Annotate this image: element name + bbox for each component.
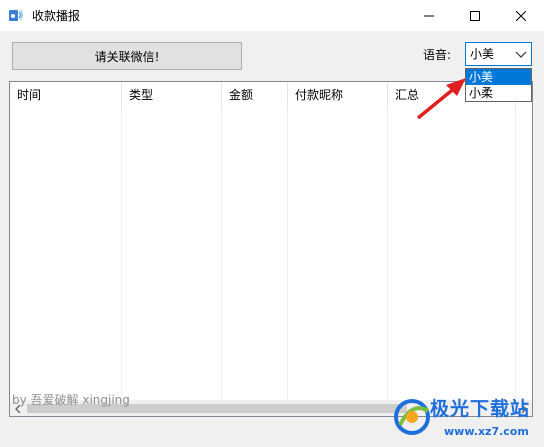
column-divider (221, 109, 222, 400)
voice-select[interactable]: 小美 (465, 42, 532, 66)
minimize-icon (424, 15, 434, 16)
column-header-payer-nickname[interactable]: 付款昵称 (288, 82, 388, 109)
close-icon (516, 10, 526, 21)
records-table[interactable]: 时间 类型 金额 付款昵称 汇总 (9, 81, 533, 417)
window-title: 收款播报 (32, 9, 81, 23)
maximize-button[interactable] (452, 0, 498, 31)
chevron-down-icon (515, 51, 527, 58)
footer-credit: by 吾爱破解 xingjing (12, 393, 130, 407)
watermark-text: 极光下载站 (430, 398, 531, 420)
voice-option-xiaorou[interactable]: 小柔 (466, 85, 531, 101)
maximize-icon (470, 10, 480, 21)
column-header-time[interactable]: 时间 (10, 82, 122, 109)
watermark-url: www.xz7.com (444, 425, 529, 438)
title-bar: 收款播报 (0, 0, 544, 31)
column-divider (121, 109, 122, 400)
column-header-type[interactable]: 类型 (122, 82, 222, 109)
voice-label: 语音: (423, 48, 452, 62)
close-button[interactable] (498, 0, 544, 31)
column-divider (387, 109, 388, 400)
table-header: 时间 类型 金额 付款昵称 汇总 (10, 82, 532, 109)
minimize-button[interactable] (406, 0, 452, 31)
client-area: 请关联微信! 语音: 小美 时间 类型 金额 付款昵称 汇总 小美 小柔 (0, 31, 544, 447)
speaker-app-icon (9, 9, 23, 21)
link-wechat-button[interactable]: 请关联微信! (12, 42, 242, 70)
column-header-amount[interactable]: 金额 (222, 82, 288, 109)
voice-selected-value: 小美 (470, 47, 495, 61)
voice-dropdown-list[interactable]: 小美 小柔 (465, 68, 532, 102)
column-divider (287, 109, 288, 400)
column-divider (515, 109, 516, 400)
voice-option-xiaomei[interactable]: 小美 (466, 69, 531, 85)
